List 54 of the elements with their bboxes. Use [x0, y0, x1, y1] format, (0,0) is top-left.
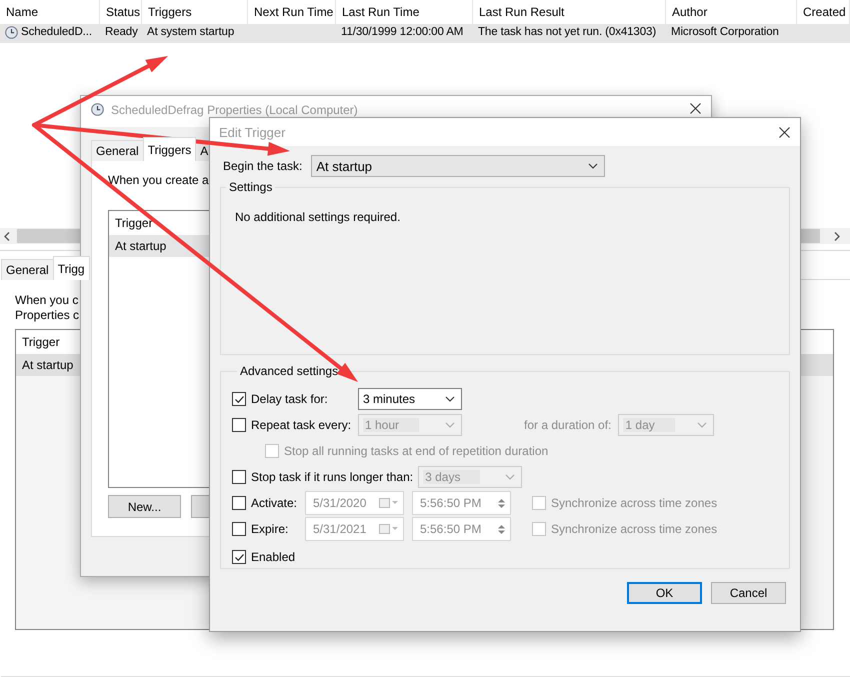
checkbox-label: Activate: [251, 496, 298, 510]
table-cell: 11/30/1999 12:00:00 AM [341, 26, 464, 38]
scroll-right-icon[interactable] [834, 232, 840, 240]
window-title: ScheduledDefrag Properties (Local Computer) [111, 103, 359, 117]
task-row[interactable]: ScheduledD... Ready At system startup 11/30/1999 12:00:00 AM The task has not yet run. (0x41303) Microsoft Corporation [0, 24, 850, 43]
table-cell: Microsoft Corporation [671, 26, 779, 38]
spinner-icon[interactable] [497, 498, 506, 508]
close-icon[interactable] [779, 126, 790, 138]
table-cell: The task has not yet run. (0x41303) [478, 26, 656, 38]
checkbox-label: Repeat task every: [251, 418, 352, 432]
calendar-icon [379, 524, 399, 534]
checkbox-label: Synchronize across time zones [551, 496, 718, 510]
caret-icon [505, 474, 516, 480]
dialog-button[interactable]: OK [627, 582, 702, 604]
caret-icon [445, 422, 455, 428]
settings-text: No additional settings required. [235, 210, 402, 224]
dropdown[interactable]: 3 minutes [358, 388, 462, 410]
checkbox-label: Enabled [251, 550, 296, 564]
calendar-icon [379, 498, 399, 508]
new-button[interactable]: New... [108, 495, 181, 518]
field-label: for a duration of: [524, 418, 612, 432]
checkbox-label: Stop all running tasks at end of repetition duration [284, 444, 548, 458]
group-title: Settings [228, 180, 274, 194]
checkbox-label: Delay task for: [251, 392, 329, 406]
close-icon[interactable] [690, 103, 701, 114]
checkbox[interactable] [232, 522, 246, 536]
caret-icon [588, 163, 598, 169]
scroll-left-icon[interactable] [4, 232, 10, 240]
description-text: Properties c [15, 308, 80, 323]
field-label: Begin the task: [223, 159, 302, 173]
table-cell: At system startup [147, 26, 234, 38]
checkbox-label: Synchronize across time zones [551, 522, 718, 536]
dialog-button[interactable]: Cancel [711, 582, 786, 604]
clock-icon [91, 103, 104, 116]
tab[interactable]: General [91, 140, 144, 161]
checkbox[interactable] [232, 550, 246, 564]
checkbox-label: Stop task if it runs longer than: [251, 470, 414, 484]
window-title: Edit Trigger [219, 124, 286, 140]
tab[interactable]: Triggers [142, 137, 196, 161]
caret-icon [697, 422, 708, 428]
checkbox[interactable] [232, 496, 246, 510]
description-text: When you c [15, 293, 80, 308]
spinner-icon[interactable] [497, 524, 506, 534]
clock-icon [5, 26, 18, 39]
tab[interactable]: Trigg [52, 256, 90, 280]
table-cell: ScheduledD... [21, 26, 92, 38]
group-title: Advanced settings [239, 364, 340, 378]
description-text: When you create a [108, 173, 210, 187]
table-cell: Ready [105, 26, 138, 38]
tab[interactable]: General [1, 259, 54, 280]
checkbox-label: Expire: [251, 522, 290, 536]
checkbox[interactable] [232, 392, 246, 406]
dropdown[interactable]: At startup [311, 155, 606, 177]
caret-icon [445, 396, 455, 402]
